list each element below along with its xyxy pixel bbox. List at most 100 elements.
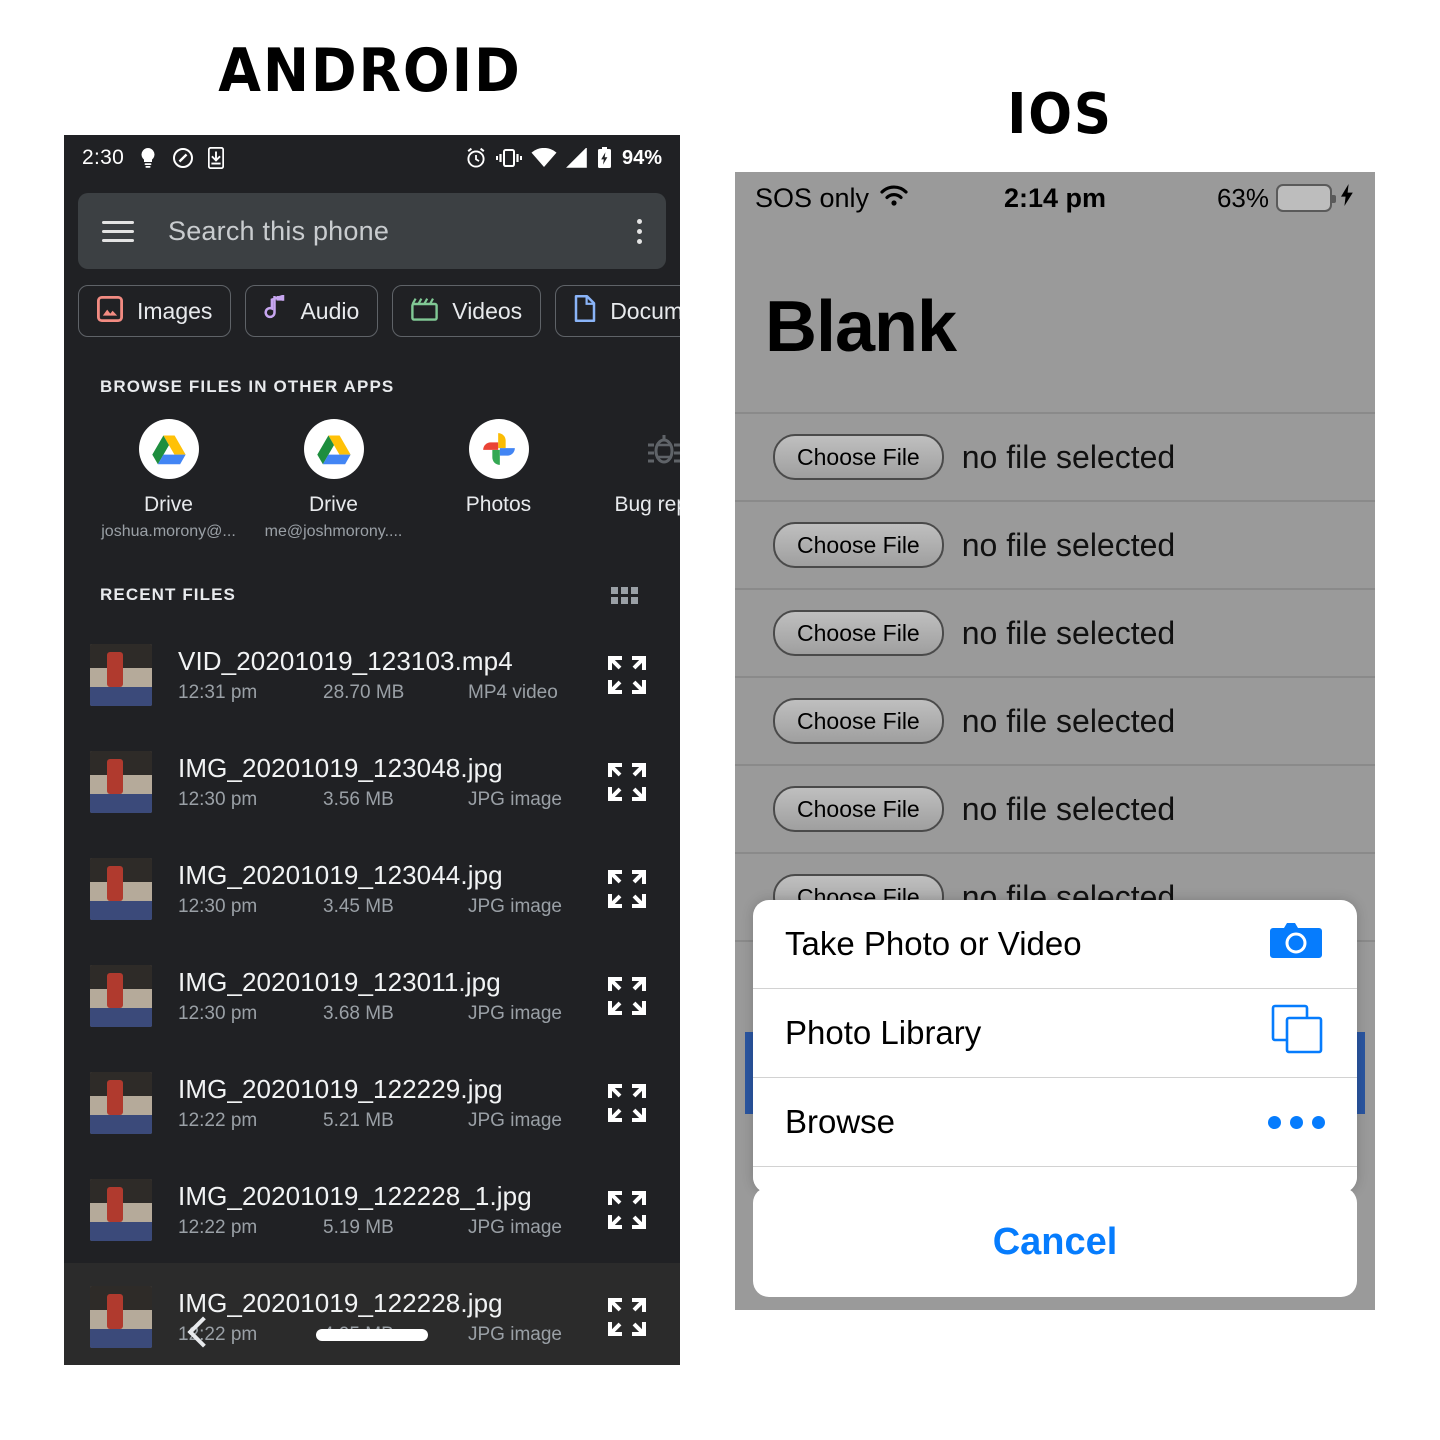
table-row[interactable]: IMG_20201019_122228_1.jpg 12:22 pm 5.19 … [64, 1156, 680, 1263]
recent-files-list[interactable]: VID_20201019_123103.mp4 12:31 pm 28.70 M… [64, 621, 680, 1365]
app-item-bug-report[interactable]: Bug report [581, 419, 680, 541]
file-thumbnail [90, 857, 152, 920]
expand-icon[interactable] [604, 1294, 650, 1340]
hamburger-icon[interactable] [102, 220, 134, 242]
kebab-menu-icon[interactable] [637, 218, 642, 244]
file-meta: 12:30 pm 3.45 MB JPG image [178, 896, 604, 918]
expand-icon[interactable] [604, 866, 650, 912]
table-row[interactable]: IMG_20201019_123011.jpg 12:30 pm 3.68 MB… [64, 942, 680, 1049]
download-to-phone-icon [208, 147, 225, 169]
file-thumbnail [90, 1285, 152, 1348]
bug-icon [634, 419, 681, 479]
google-drive-icon [303, 419, 364, 479]
android-status-bar: 2:30 94% [64, 135, 680, 181]
file-time: 12:30 pm [178, 1002, 258, 1024]
app-item-drive-2[interactable]: Drive me@joshmorony.... [251, 419, 416, 541]
file-input-row[interactable]: Choose File no file selected [735, 678, 1375, 766]
file-meta: 12:31 pm 28.70 MB MP4 video [178, 682, 604, 704]
file-name: IMG_20201019_122228_1.jpg [178, 1180, 532, 1211]
file-type: JPG image [468, 1323, 562, 1345]
file-thumbnail [90, 1178, 152, 1241]
expand-icon[interactable] [604, 759, 650, 805]
ios-section-heading: IOS [1007, 82, 1113, 147]
file-status-label: no file selected [961, 526, 1176, 563]
file-size: 3.45 MB [323, 895, 394, 917]
file-name: IMG_20201019_123044.jpg [178, 859, 503, 890]
choose-file-button[interactable]: Choose File [773, 522, 944, 568]
file-input-row[interactable]: Choose File no file selected [735, 502, 1375, 590]
cancel-button[interactable]: Cancel [753, 1187, 1357, 1297]
file-size: 28.70 MB [323, 681, 405, 703]
filter-chip-row[interactable]: Images Audio Videos Docume [64, 285, 680, 337]
file-type: JPG image [468, 895, 562, 917]
action-sheet-item-take-photo[interactable]: Take Photo or Video [753, 900, 1357, 989]
file-time: 12:30 pm [178, 895, 258, 917]
file-input-row[interactable]: Choose File no file selected [735, 766, 1375, 854]
expand-icon[interactable] [604, 652, 650, 698]
other-apps-row[interactable]: Drive joshua.morony@... Drive me@joshmor… [64, 419, 680, 541]
choose-file-button[interactable]: Choose File [773, 698, 944, 744]
chip-images[interactable]: Images [78, 285, 232, 337]
choose-file-button[interactable]: Choose File [773, 786, 944, 832]
file-thumbnail [90, 750, 152, 813]
google-photos-icon [468, 419, 529, 479]
file-thumbnail [90, 1071, 152, 1134]
expand-icon[interactable] [604, 973, 650, 1019]
chip-audio[interactable]: Audio [245, 285, 379, 337]
vibrate-icon [495, 148, 522, 168]
file-name: IMG_20201019_122228.jpg [178, 1287, 503, 1318]
app-name: Drive [308, 493, 358, 516]
action-sheet-item-label: Browse [785, 1103, 896, 1140]
file-time: 12:22 pm [178, 1216, 258, 1238]
ios-action-sheet[interactable]: Take Photo or Video Photo Library Browse [753, 900, 1357, 1193]
file-type: JPG image [468, 1109, 562, 1131]
choose-file-button[interactable]: Choose File [773, 610, 944, 656]
file-size: 5.19 MB [323, 1216, 394, 1238]
lightning-bolt-icon [1339, 183, 1355, 214]
table-row[interactable]: VID_20201019_123103.mp4 12:31 pm 28.70 M… [64, 621, 680, 728]
table-row[interactable]: IMG_20201019_122229.jpg 12:22 pm 5.21 MB… [64, 1049, 680, 1156]
android-section-heading: ANDROID [218, 36, 522, 106]
grid-view-icon[interactable] [611, 586, 638, 604]
action-sheet-item-photo-library[interactable]: Photo Library [753, 989, 1357, 1078]
file-info: IMG_20201019_122229.jpg 12:22 pm 5.21 MB… [178, 1074, 604, 1132]
file-input-row[interactable]: Choose File no file selected [735, 590, 1375, 678]
expand-icon[interactable] [604, 1187, 650, 1233]
file-time: 12:31 pm [178, 681, 258, 703]
app-item-photos[interactable]: Photos [416, 419, 581, 541]
file-size: 5.21 MB [323, 1109, 394, 1131]
photo-stack-icon [1271, 1004, 1325, 1062]
choose-file-button[interactable]: Choose File [773, 434, 944, 480]
home-pill-icon[interactable] [316, 1329, 428, 1341]
file-meta: 12:30 pm 3.68 MB JPG image [178, 1003, 604, 1025]
table-row[interactable]: IMG_20201019_122228.jpg 12:22 pm 4.95 MB… [64, 1263, 680, 1365]
lightbulb-icon [138, 147, 158, 169]
file-name: VID_20201019_123103.mp4 [178, 645, 513, 676]
recent-files-header: RECENT FILES [64, 585, 680, 605]
battery-percentage: 63% [1216, 182, 1269, 213]
chip-videos[interactable]: Videos [392, 285, 542, 337]
app-account: joshua.morony@... [101, 523, 236, 540]
search-input[interactable]: Search this phone [168, 216, 389, 247]
chip-documents[interactable]: Docume [555, 285, 680, 337]
file-status-label: no file selected [961, 614, 1176, 651]
table-row[interactable]: IMG_20201019_123044.jpg 12:30 pm 3.45 MB… [64, 835, 680, 942]
camera-icon [1269, 919, 1325, 969]
android-search-bar[interactable]: Search this phone [78, 193, 666, 269]
app-name: Bug report [614, 493, 680, 516]
action-sheet-item-browse[interactable]: Browse [753, 1078, 1357, 1167]
table-row[interactable]: IMG_20201019_123048.jpg 12:30 pm 3.56 MB… [64, 728, 680, 835]
file-info: VID_20201019_123103.mp4 12:31 pm 28.70 M… [178, 646, 604, 704]
chip-label: Audio [300, 297, 360, 324]
file-input-list[interactable]: Choose File no file selected Choose File… [735, 414, 1375, 942]
browse-section-label: BROWSE FILES IN OTHER APPS [100, 377, 395, 396]
app-item-drive-1[interactable]: Drive joshua.morony@... [86, 419, 251, 541]
battery-charging-icon [597, 147, 612, 169]
action-sheet-item-label: Take Photo or Video [785, 925, 1082, 962]
expand-icon[interactable] [604, 1080, 650, 1126]
file-type: JPG image [468, 1002, 562, 1024]
android-phone-screenshot: 2:30 94% Search this phone Images Audio … [64, 135, 680, 1365]
page-title: Blank [765, 287, 957, 367]
file-input-row[interactable]: Choose File no file selected [735, 414, 1375, 502]
app-account: me@joshmorony.... [264, 523, 403, 540]
